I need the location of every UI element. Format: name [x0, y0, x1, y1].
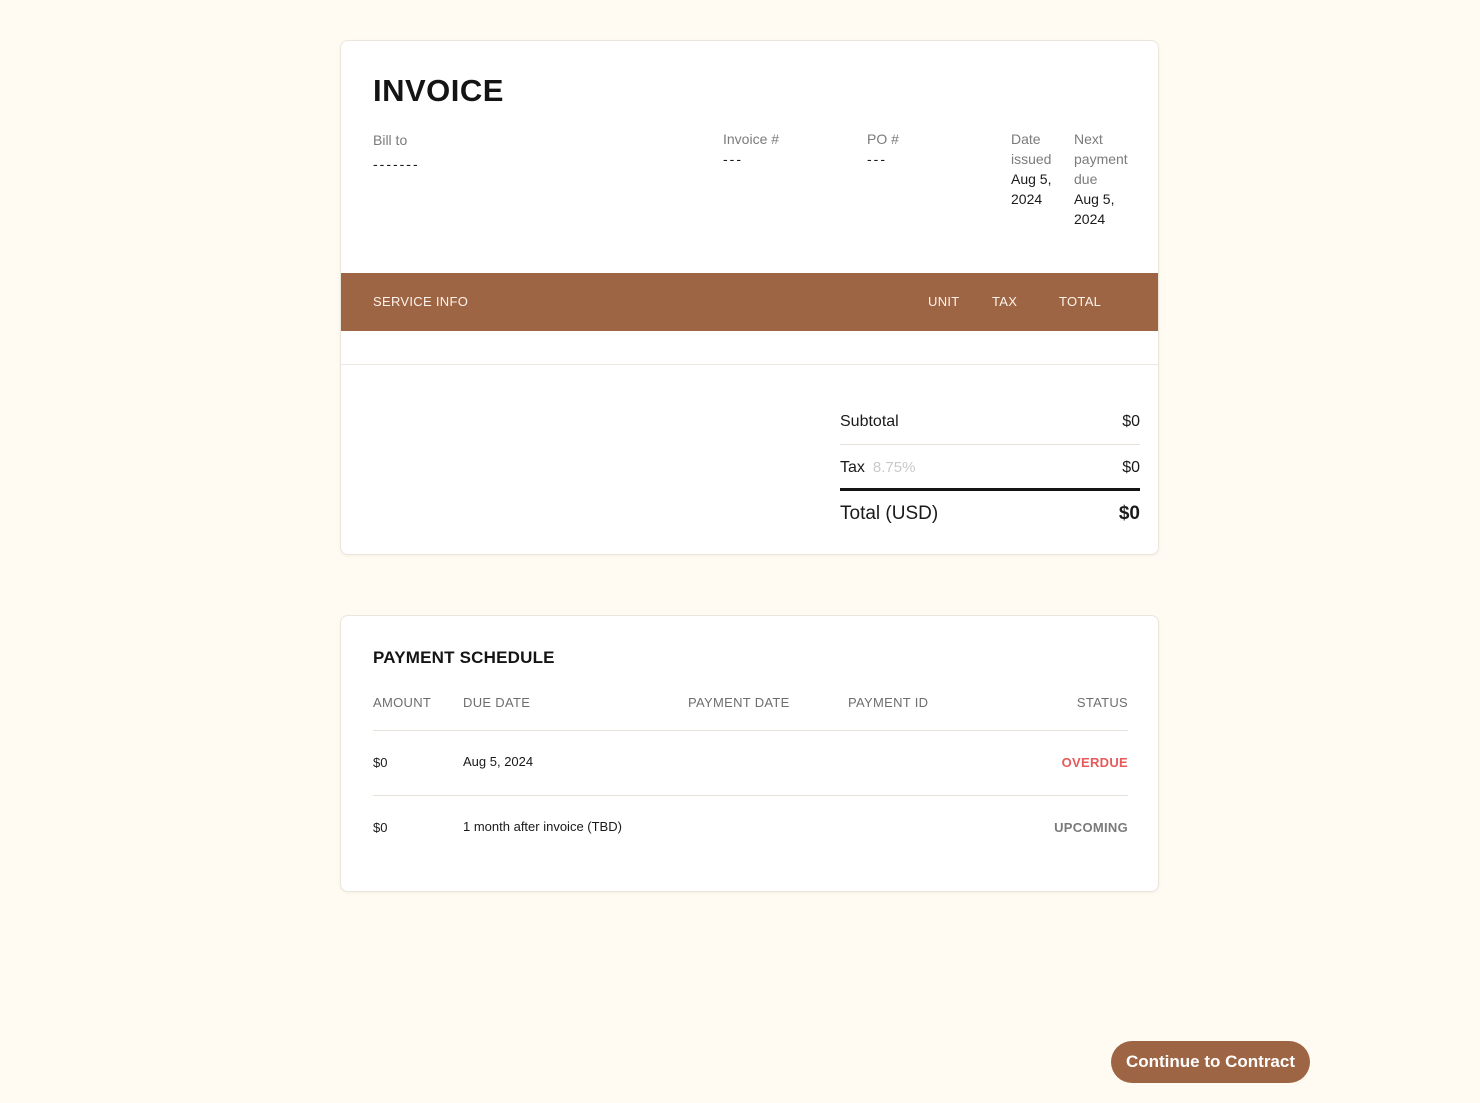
invoice-number-block: Invoice # --- [723, 129, 843, 169]
row-due-date: 1 month after invoice (TBD) [463, 819, 622, 834]
invoice-number-label: Invoice # [723, 131, 780, 147]
row-amount: $0 [373, 755, 388, 770]
status-badge: UPCOMING [1054, 820, 1128, 835]
payment-schedule-header: AMOUNT DUE DATE PAYMENT DATE PAYMENT ID … [373, 695, 1128, 731]
service-table-header: SERVICE INFO UNIT TAX TOTAL [341, 273, 1158, 331]
service-info-header: SERVICE INFO [373, 294, 469, 309]
tax-header: TAX [992, 294, 1018, 309]
status-header: STATUS [1076, 695, 1128, 710]
tax-label-group: Tax 8.75% [840, 459, 915, 477]
date-issued-block: Date issued Aug 5, 2024 [1011, 129, 1059, 209]
bill-to-block: Bill to ------- [373, 130, 420, 174]
table-row: $0 Aug 5, 2024 OVERDUE [373, 731, 1128, 796]
service-table-divider [341, 364, 1158, 365]
row-due-date: Aug 5, 2024 [463, 754, 534, 769]
total-row: Total (USD) $0 [840, 491, 1140, 537]
next-payment-due-label: Next payment due [1074, 131, 1128, 187]
invoice-card: INVOICE Bill to ------- Invoice # --- PO… [340, 40, 1159, 555]
next-payment-due-value: Aug 5, 2024 [1074, 191, 1115, 227]
table-row: $0 1 month after invoice (TBD) UPCOMING [373, 796, 1128, 861]
totals-summary: Subtotal $0 Tax 8.75% $0 Total (USD) $0 [840, 399, 1140, 537]
invoice-number-value: --- [723, 151, 743, 167]
subtotal-row: Subtotal $0 [840, 399, 1140, 445]
continue-to-contract-button[interactable]: Continue to Contract [1111, 1041, 1310, 1083]
po-number-block: PO # --- [867, 129, 987, 169]
row-amount: $0 [373, 820, 388, 835]
payment-date-header: PAYMENT DATE [688, 695, 790, 710]
po-number-label: PO # [867, 131, 899, 147]
tax-rate: 8.75% [872, 459, 916, 476]
bill-to-label: Bill to [373, 132, 408, 148]
tax-value: $0 [1122, 459, 1140, 476]
subtotal-value: $0 [1122, 413, 1140, 430]
tax-row: Tax 8.75% $0 [840, 445, 1140, 491]
date-issued-value: Aug 5, 2024 [1011, 171, 1052, 207]
date-issued-label: Date issued [1011, 131, 1052, 167]
payment-schedule-title: PAYMENT SCHEDULE [373, 648, 555, 667]
invoice-title: INVOICE [373, 73, 504, 108]
due-date-header: DUE DATE [463, 695, 531, 710]
next-payment-due-block: Next payment due Aug 5, 2024 [1074, 129, 1136, 229]
total-label: Total (USD) [840, 503, 939, 524]
bill-to-value: ------- [373, 156, 420, 172]
payment-id-header: PAYMENT ID [848, 695, 929, 710]
total-header: TOTAL [1059, 294, 1102, 309]
status-badge: OVERDUE [1061, 755, 1128, 770]
unit-header: UNIT [928, 294, 960, 309]
total-value: $0 [1118, 503, 1140, 524]
subtotal-label: Subtotal [840, 413, 899, 430]
payment-schedule-card: PAYMENT SCHEDULE AMOUNT DUE DATE PAYMENT… [340, 615, 1159, 892]
amount-header: AMOUNT [373, 695, 432, 710]
tax-label: Tax [840, 459, 865, 476]
po-number-value: --- [867, 151, 887, 167]
